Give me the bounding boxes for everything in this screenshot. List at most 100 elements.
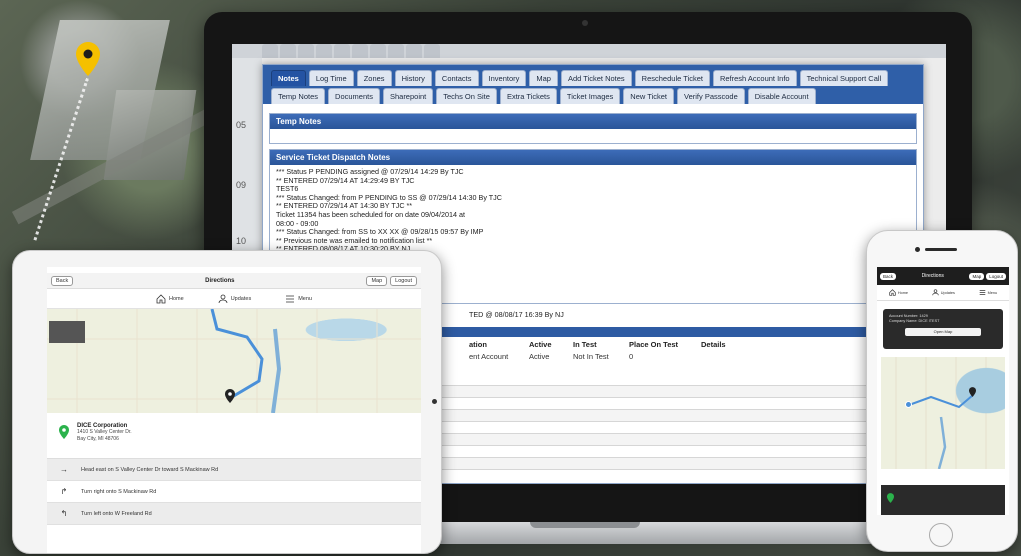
- direction-text: Head east on S Valley Center Dr toward S…: [81, 466, 219, 473]
- turn-right-icon: ↱: [60, 487, 68, 496]
- tab-disable-account[interactable]: Disable Account: [747, 88, 816, 104]
- background-tabs: [232, 44, 946, 58]
- column-header: Details: [701, 340, 726, 349]
- tablet-screen: Back Directions Map Logout Home Updates …: [47, 267, 421, 553]
- tab-technical-support-call[interactable]: Technical Support Call: [799, 70, 889, 86]
- phone-subnav: Home Updates Menu: [877, 285, 1009, 301]
- menu-icon: [979, 290, 985, 295]
- map-pin-icon: [76, 42, 100, 76]
- temp-notes-body[interactable]: [270, 129, 916, 143]
- page-title: Directions: [205, 277, 235, 284]
- tab-bar: Notes Log Time Zones History Contacts Invento…: [263, 65, 923, 104]
- camera-icon: [582, 20, 588, 26]
- destination-pin-icon: [225, 389, 235, 403]
- logout-button[interactable]: Logout: [986, 272, 1006, 280]
- entered-note: TED @ 08/08/17 16:39 By NJ: [469, 310, 564, 319]
- tablet-navbar: Back Directions Map Logout: [47, 273, 421, 289]
- phone-map[interactable]: [881, 357, 1005, 469]
- tab-reschedule-ticket[interactable]: Reschedule Ticket: [634, 70, 710, 86]
- tab-documents[interactable]: Documents: [328, 88, 380, 104]
- tab-verify-passcode[interactable]: Verify Passcode: [676, 88, 745, 104]
- tab-log-time[interactable]: Log Time: [308, 70, 354, 86]
- tab-new-ticket[interactable]: New Ticket: [623, 88, 674, 104]
- table-cell: Active: [529, 352, 550, 361]
- home-button[interactable]: [929, 523, 953, 547]
- nav-menu-label: Menu: [987, 290, 998, 295]
- tab-contacts[interactable]: Contacts: [434, 70, 479, 86]
- tab-history[interactable]: History: [394, 70, 432, 86]
- tab-row-1: Notes Log Time Zones History Contacts Invento…: [267, 68, 919, 86]
- nav-home[interactable]: Home: [156, 293, 184, 304]
- direction-step[interactable]: ↱ Turn right onto S Mackinaw Rd: [47, 481, 421, 503]
- tab-ticket-images[interactable]: Ticket Images: [559, 88, 621, 104]
- table-cell: 0: [629, 352, 634, 361]
- route-line: [908, 394, 974, 469]
- nav-menu[interactable]: Menu: [979, 289, 998, 296]
- tab-notes[interactable]: Notes: [271, 70, 306, 86]
- back-button[interactable]: Back: [880, 272, 897, 280]
- tab-row-2: Temp Notes Documents Sharepoint Techs On Si…: [267, 86, 919, 104]
- phone-navbar: Back Directions Map Logout: [877, 267, 1009, 285]
- company-name: Company Name: DICE ITEST: [889, 319, 940, 323]
- tab-sharepoint[interactable]: Sharepoint: [382, 88, 434, 104]
- tab-add-ticket-notes[interactable]: Add Ticket Notes: [560, 70, 632, 86]
- people-icon: [932, 289, 939, 296]
- current-location-icon: [905, 401, 912, 408]
- direction-text: Turn right onto S Mackinaw Rd: [81, 488, 157, 495]
- turn-left-icon: ↰: [60, 509, 68, 518]
- home-button[interactable]: [432, 399, 437, 404]
- tab-map[interactable]: Map: [529, 70, 558, 86]
- table-cell: ent Account: [469, 352, 509, 361]
- arrow-right-icon: →: [60, 465, 68, 474]
- tablet-frame: Back Directions Map Logout Home Updates …: [12, 250, 442, 554]
- nav-updates[interactable]: Updates: [218, 294, 252, 304]
- map-button[interactable]: Map: [366, 275, 388, 286]
- back-button[interactable]: Back: [51, 275, 74, 286]
- nav-menu[interactable]: Menu: [285, 294, 312, 304]
- page-title: Directions: [921, 273, 944, 279]
- note-line: ** ENTERED 07/29/14 AT 14:29:49 BY TJC: [276, 175, 415, 185]
- table-cell: [701, 352, 741, 361]
- phone-screen: Back Directions Map Logout Home Updates …: [877, 267, 1009, 515]
- tab-inventory[interactable]: Inventory: [481, 70, 527, 86]
- direction-step[interactable]: → Head east on S Valley Center Dr toward…: [47, 459, 421, 481]
- location-pin-icon: [887, 493, 894, 503]
- temp-notes-title: Temp Notes: [270, 114, 916, 129]
- direction-text: Turn left onto W Freeland Rd: [81, 510, 152, 517]
- logout-button[interactable]: Logout: [390, 275, 417, 286]
- table-cell: Not In Test: [573, 352, 609, 361]
- tablet-subnav: Home Updates Menu: [47, 289, 421, 309]
- tab-zones[interactable]: Zones: [356, 70, 392, 86]
- camera-icon: [915, 247, 920, 252]
- tab-temp-notes[interactable]: Temp Notes: [271, 88, 326, 104]
- temp-notes-section: Temp Notes: [269, 113, 917, 144]
- home-icon: [156, 293, 166, 303]
- menu-icon: [286, 295, 295, 302]
- map-button[interactable]: Map: [969, 272, 985, 280]
- open-map-button[interactable]: Open Map: [905, 328, 981, 336]
- destination-card: DICE Corporation 1410 S Valley Center Dr…: [47, 413, 421, 459]
- side-row: 10: [236, 236, 247, 246]
- tab-extra-tickets[interactable]: Extra Tickets: [499, 88, 557, 104]
- side-row: 09: [236, 180, 247, 190]
- direction-step[interactable]: ↰ Turn left onto W Freeland Rd: [47, 503, 421, 525]
- column-header: Active: [529, 340, 552, 349]
- tab-techs-on-site[interactable]: Techs On Site: [436, 88, 497, 104]
- nav-updates-label: Updates: [230, 295, 252, 302]
- directions-map[interactable]: [47, 309, 421, 413]
- location-pin-icon: [59, 425, 69, 439]
- tab-refresh-account-info[interactable]: Refresh Account Info: [712, 70, 797, 86]
- destination-pin-icon: [969, 387, 976, 397]
- phone-bottom-panel: [881, 485, 1005, 515]
- nav-updates[interactable]: Updates: [932, 289, 955, 296]
- column-header: In Test: [573, 340, 597, 349]
- nav-updates-label: Updates: [940, 290, 955, 295]
- speaker-grille: [925, 248, 957, 251]
- nav-home-label: Home: [169, 295, 184, 302]
- side-row: 05: [236, 120, 247, 130]
- address-line-1: 1410 S Valley Center Dr.: [77, 429, 132, 435]
- nav-home-label: Home: [897, 290, 908, 295]
- note-line: Ticket 11354 has been scheduled for on d…: [276, 209, 466, 219]
- nav-home[interactable]: Home: [889, 289, 908, 296]
- dispatch-notes-title: Service Ticket Dispatch Notes: [270, 150, 916, 165]
